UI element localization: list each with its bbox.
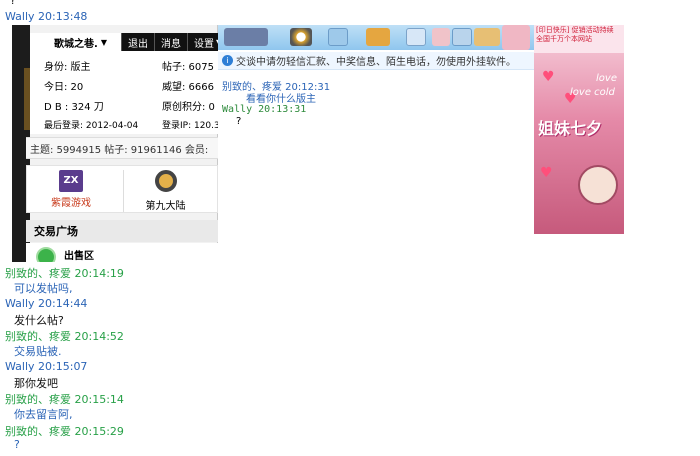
ad-text: love cold bbox=[570, 87, 615, 98]
transcript-sender: Wally 20:14:44 bbox=[5, 296, 88, 310]
webcam-icon[interactable] bbox=[290, 28, 312, 46]
app-shortcuts: ZX 紫霞游戏 第九大陆 bbox=[26, 165, 218, 213]
transcript-sender: 别致的、疼爱 20:14:52 bbox=[5, 330, 124, 343]
gift-icon[interactable] bbox=[432, 28, 450, 46]
info-identity: 身份: 版主 bbox=[44, 62, 91, 73]
ad-text: love bbox=[596, 73, 617, 84]
sell-area-icon bbox=[36, 247, 56, 262]
transcript-message: 你去留言阿, bbox=[14, 408, 73, 421]
menu-messages[interactable]: 消息 bbox=[155, 33, 188, 51]
embedded-screenshot: 歌城之巷.▼ 退出 消息 设置▼ 身份: 版主 今日: 20 D B : 324… bbox=[12, 25, 624, 262]
transcript-message: ? bbox=[14, 437, 20, 451]
info-posts: 帖子: 6075 bbox=[162, 62, 214, 73]
screenshot-icon[interactable] bbox=[452, 28, 472, 46]
microphone-icon[interactable] bbox=[328, 28, 348, 46]
sell-area-row[interactable]: 出售区 bbox=[26, 243, 218, 262]
security-notice: i 交谈中请勿轻信汇款、中奖信息、陌生电话，勿使用外挂软件。 bbox=[218, 52, 534, 70]
chat-message: ? bbox=[236, 116, 242, 127]
transcript-fragment: ? bbox=[10, 0, 16, 7]
pink-advertisement[interactable]: [印日快乐] 促销活动持续 全国千万个本网站 ♥ ♥ ♥ love love c… bbox=[534, 25, 624, 234]
chat-toolbar bbox=[218, 25, 534, 50]
transcript-message: 发什么帖? bbox=[14, 313, 64, 327]
info-login-ip: 登录IP: 120.3 bbox=[162, 121, 220, 131]
heart-icon: ♥ bbox=[540, 165, 553, 181]
app-label: 紫霞游戏 bbox=[51, 198, 91, 209]
info-today: 今日: 20 bbox=[44, 82, 84, 93]
character-icon bbox=[578, 165, 618, 205]
decor-icon bbox=[502, 25, 530, 50]
forum-panel: 歌城之巷.▼ 退出 消息 设置▼ 身份: 版主 今日: 20 D B : 324… bbox=[12, 25, 222, 262]
transcript-sender: Wally 20:15:07 bbox=[5, 359, 88, 373]
app-label: 第九大陆 bbox=[145, 201, 186, 212]
menu-user-name[interactable]: 歌城之巷. ▼ bbox=[30, 33, 122, 51]
ring-logo-icon bbox=[154, 170, 177, 192]
app-zixia-games[interactable]: ZX 紫霞游戏 bbox=[29, 170, 113, 209]
chat-sender: Wally 20:13:31 bbox=[222, 104, 307, 115]
sell-area-label: 出售区 bbox=[64, 251, 94, 262]
forum-menubar: 歌城之巷.▼ 退出 消息 设置▼ bbox=[30, 33, 222, 51]
info-prestige: 威望: 6666 bbox=[162, 82, 214, 93]
chat-panel: i 交谈中请勿轻信汇款、中奖信息、陌生电话，勿使用外挂软件。 别致的、疼爱 20… bbox=[218, 25, 534, 262]
heart-icon: ♥ bbox=[542, 69, 555, 85]
zx-logo-icon: ZX bbox=[59, 170, 83, 192]
user-info-card: 身份: 版主 今日: 20 D B : 324 刀 最后登录: 2012-04-… bbox=[30, 51, 220, 134]
transcript-sender: Wally 20:13:48 bbox=[5, 10, 88, 23]
info-last-login: 最后登录: 2012-04-04 bbox=[44, 121, 139, 131]
box-icon[interactable] bbox=[474, 28, 500, 46]
chat-message: 看看你什么版主 bbox=[246, 94, 316, 105]
ad-title: 姐妹七夕 bbox=[538, 119, 603, 138]
transcript-sender: 别致的、疼爱 20:15:29 bbox=[5, 424, 124, 438]
transcript-sender: 别致的、疼爱 20:15:14 bbox=[5, 393, 124, 406]
file-transfer-icon[interactable] bbox=[366, 28, 390, 46]
section-title: 交易广场 bbox=[26, 220, 218, 242]
info-icon: i bbox=[222, 55, 233, 66]
app-icon[interactable] bbox=[406, 28, 426, 46]
forum-stats: 主题: 5994915 帖子: 91961146 会员: bbox=[26, 137, 218, 159]
chat-avatar[interactable] bbox=[224, 28, 268, 46]
menu-logout[interactable]: 退出 bbox=[122, 33, 155, 51]
transcript-message: 交易贴被. bbox=[14, 345, 62, 358]
transcript-message: 那你发吧 bbox=[14, 376, 58, 390]
transcript-message: 可以发帖吗, bbox=[14, 282, 73, 295]
info-original-points: 原创积分: 0 bbox=[162, 102, 215, 113]
info-db: D B : 324 刀 bbox=[44, 102, 104, 113]
ad-banner: [印日快乐] 促销活动持续 全国千万个本网站 bbox=[534, 25, 624, 53]
transcript-sender: 别致的、疼爱 20:14:19 bbox=[5, 267, 124, 280]
app-ninth-continent[interactable]: 第九大陆 bbox=[123, 170, 207, 212]
